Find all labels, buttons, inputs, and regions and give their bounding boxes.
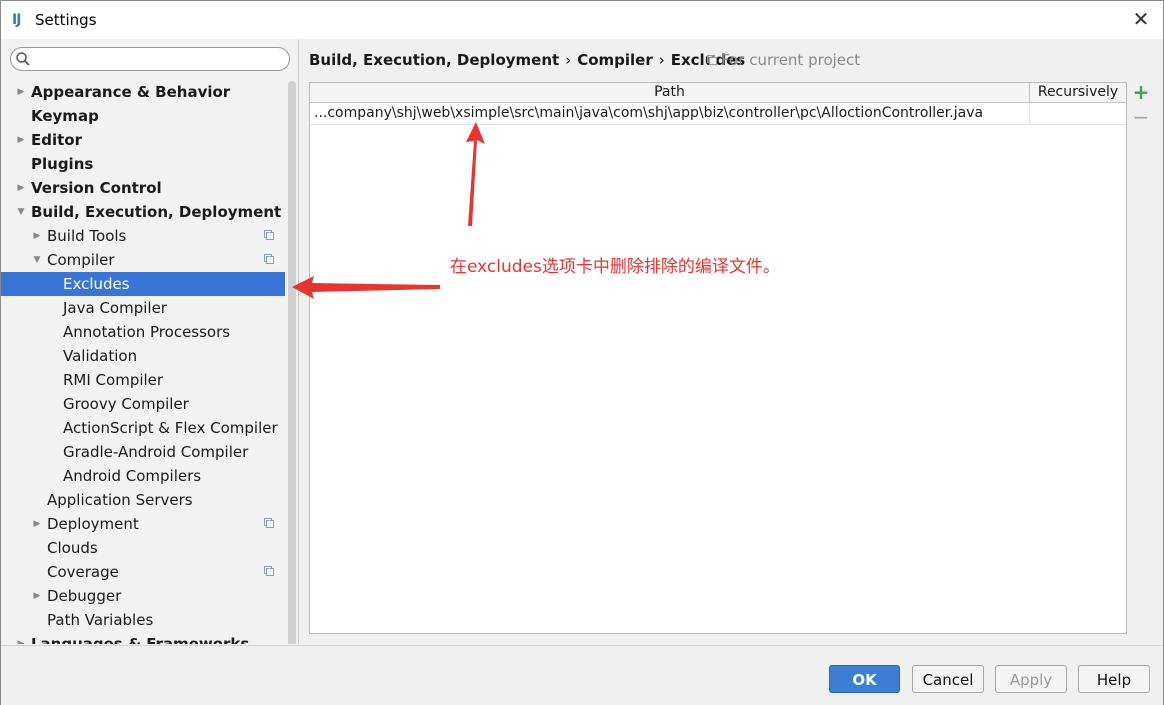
sidebar-item-label: Validation [63,347,138,365]
close-icon: ✕ [1132,7,1150,31]
search-box[interactable] [10,47,290,71]
sidebar-item-label: Version Control [31,179,162,197]
sidebar-item[interactable]: ▶ Languages & Frameworks [1,632,298,644]
for-current-project-note: For current project [707,51,860,69]
minus-icon: − [1132,105,1150,129]
sidebar-item[interactable]: ActionScript & Flex Compiler [1,416,298,440]
project-scope-icon [264,566,274,576]
chevron-right-icon[interactable]: ▶ [16,128,26,152]
sidebar-item-label: Application Servers [47,491,193,509]
help-button[interactable]: Help [1078,665,1150,693]
sidebar-item[interactable]: ▶ Appearance & Behavior [1,80,298,104]
sidebar-item[interactable]: Excludes [1,272,285,296]
dialog-footer: OK Cancel Apply Help [1,645,1163,705]
sidebar-item-label: Android Compilers [63,467,202,485]
breadcrumb-separator: › [658,51,665,69]
sidebar-item[interactable]: ▼ Compiler [1,248,298,272]
sidebar-scrollbar[interactable] [288,81,296,644]
sidebar-item[interactable]: Coverage [1,560,298,584]
for-project-label: For current project [721,51,861,69]
sidebar-item[interactable]: Android Compilers [1,464,298,488]
sidebar-item-label: Clouds [47,539,98,557]
sidebar-item-label: Compiler [47,251,115,269]
sidebar-item[interactable]: Keymap [1,104,298,128]
sidebar-item-label: RMI Compiler [63,371,164,389]
sidebar-item-label: Languages & Frameworks [31,635,250,644]
sidebar-item[interactable]: Annotation Processors [1,320,298,344]
sidebar-item-label: Editor [31,131,82,149]
add-button[interactable]: + [1131,82,1151,102]
settings-content: Build, Execution, Deployment › Compiler › Ex… [299,39,1163,644]
table-header: Path Recursively [310,83,1126,103]
chevron-right-icon[interactable]: ▶ [32,584,42,608]
breadcrumb-item: Compiler [577,51,653,69]
sidebar-item[interactable]: Validation [1,344,298,368]
search-icon [16,52,30,66]
sidebar-item-label: Excludes [63,275,130,293]
breadcrumb-separator: › [565,51,572,69]
sidebar-item-label: ActionScript & Flex Compiler [63,419,278,437]
project-scope-icon [264,230,274,240]
sidebar-item[interactable]: ▼ Build, Execution, Deployment [1,200,298,224]
ok-button[interactable]: OK [829,665,900,693]
settings-window: IJ Settings ✕ ▶ Appearance & Behavior Keym… [0,0,1164,705]
recursively-cell[interactable] [1029,103,1127,124]
remove-button[interactable]: − [1131,107,1151,127]
sidebar-item[interactable]: Java Compiler [1,296,298,320]
project-scope-icon [707,55,717,65]
sidebar-item-label: Java Compiler [63,299,167,317]
sidebar-item-label: Path Variables [47,611,154,629]
title-bar: IJ Settings ✕ [1,1,1163,39]
sidebar-item[interactable]: Clouds [1,536,298,560]
chevron-down-icon[interactable]: ▼ [16,200,26,224]
sidebar-item[interactable]: Path Variables [1,608,298,632]
intellij-app-icon: IJ [12,12,21,28]
column-header-recursively[interactable]: Recursively [1030,83,1126,102]
chevron-right-icon[interactable]: ▶ [16,80,26,104]
apply-button[interactable]: Apply [995,665,1067,693]
chevron-right-icon[interactable]: ▶ [32,224,42,248]
sidebar-item-label: Plugins [31,155,94,173]
chevron-down-icon[interactable]: ▼ [32,248,42,272]
chevron-right-icon[interactable]: ▶ [16,176,26,200]
sidebar-item[interactable]: RMI Compiler [1,368,298,392]
sidebar-item[interactable]: ▶ Deployment [1,512,298,536]
sidebar-item-label: Build, Execution, Deployment [31,203,282,221]
sidebar-item-label: Deployment [47,515,139,533]
sidebar-item-label: Debugger [47,587,122,605]
sidebar-item-label: Groovy Compiler [63,395,189,413]
sidebar-item-label: Keymap [31,107,99,125]
sidebar-item-label: Build Tools [47,227,127,245]
search-input[interactable] [35,50,289,70]
annotation-text: 在excludes选项卡中删除排除的编译文件。 [450,257,780,277]
sidebar-item[interactable]: ▶ Build Tools [1,224,298,248]
breadcrumb: Build, Execution, Deployment › Compiler › Ex… [309,51,745,69]
window-title: Settings [35,11,97,29]
cancel-button[interactable]: Cancel [912,665,984,693]
sidebar-item[interactable]: ▶ Version Control [1,176,298,200]
sidebar-item[interactable]: Gradle-Android Compiler [1,440,298,464]
sidebar-item[interactable]: ▶ Debugger [1,584,298,608]
column-header-path[interactable]: Path [310,83,1030,102]
sidebar-item-label: Annotation Processors [63,323,231,341]
breadcrumb-item: Build, Execution, Deployment [309,51,560,69]
project-scope-icon [264,254,274,264]
settings-sidebar: ▶ Appearance & Behavior Keymap ▶ Editor Plugi… [1,39,299,644]
sidebar-item-label: Appearance & Behavior [31,83,231,101]
chevron-right-icon[interactable]: ▶ [16,632,26,644]
close-button[interactable]: ✕ [1131,9,1151,29]
sidebar-item[interactable]: Plugins [1,152,298,176]
sidebar-item-label: Gradle-Android Compiler [63,443,249,461]
path-cell[interactable]: ...company\shj\web\xsimple\src\main\java… [314,103,1026,124]
excludes-table: Path Recursively ...company\shj\web\xsim… [309,82,1127,634]
plus-icon: + [1132,80,1150,104]
sidebar-item-label: Coverage [47,563,119,581]
table-row[interactable]: ...company\shj\web\xsimple\src\main\java… [310,103,1126,125]
sidebar-item[interactable]: Groovy Compiler [1,392,298,416]
sidebar-item[interactable]: Application Servers [1,488,298,512]
chevron-right-icon[interactable]: ▶ [32,512,42,536]
project-scope-icon [264,518,274,528]
settings-tree: ▶ Appearance & Behavior Keymap ▶ Editor Plugi… [1,80,298,644]
sidebar-item[interactable]: ▶ Editor [1,128,298,152]
